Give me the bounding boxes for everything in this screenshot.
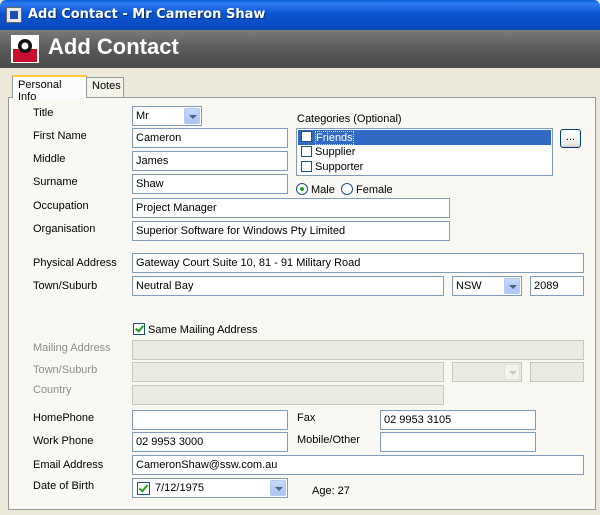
surname-label: Surname [33, 176, 78, 188]
title-select-value: Mr [136, 110, 149, 122]
first-name-field[interactable]: Cameron [132, 128, 288, 148]
age-text: Age: 27 [312, 485, 350, 497]
middle-label: Middle [33, 153, 66, 165]
fax-label: Fax [297, 412, 316, 424]
category-label: Supporter [315, 161, 364, 173]
dob-value: 7/12/1975 [155, 482, 204, 494]
mailing-address-field[interactable] [132, 340, 584, 360]
chevron-down-icon[interactable] [270, 480, 286, 496]
home-phone-field[interactable] [132, 410, 288, 430]
mailing-address-label: Mailing Address [33, 342, 111, 354]
dob-date-picker[interactable]: 7/12/1975 [132, 478, 288, 498]
category-item-friends[interactable]: Friends [298, 130, 551, 145]
category-label: Supplier [315, 146, 356, 158]
fax-field[interactable]: 02 9953 3105 [380, 410, 536, 430]
tab-personal-info[interactable]: Personal Info [12, 75, 87, 103]
title-label: Title [33, 107, 54, 119]
occupation-field[interactable]: Project Manager [132, 198, 450, 218]
header-banner: Add Contact [0, 30, 600, 68]
surname-field[interactable]: Shaw [132, 174, 288, 194]
email-field[interactable]: CameronShaw@ssw.com.au [132, 455, 584, 475]
physical-address-label: Physical Address [33, 257, 117, 269]
work-phone-label: Work Phone [33, 435, 94, 447]
state-select-value: NSW [456, 280, 482, 292]
category-item-supporter[interactable]: Supporter [298, 160, 551, 175]
categories-label: Categories (Optional) [297, 113, 402, 125]
postcode-field[interactable]: 2089 [530, 276, 584, 296]
occupation-label: Occupation [33, 200, 89, 212]
window-titlebar[interactable]: Add Contact - Mr Cameron Shaw [0, 0, 600, 30]
mailing-postcode-field[interactable] [530, 362, 584, 382]
first-name-label: First Name [33, 130, 87, 142]
physical-address-field[interactable]: Gateway Court Suite 10, 81 - 91 Military… [132, 253, 584, 273]
organisation-label: Organisation [33, 223, 96, 235]
work-phone-field[interactable]: 02 9953 3000 [132, 432, 288, 452]
chevron-down-icon[interactable] [504, 364, 520, 380]
female-radio[interactable] [341, 183, 353, 195]
organisation-field[interactable]: Superior Software for Windows Pty Limite… [132, 221, 450, 241]
chevron-down-icon[interactable] [184, 108, 200, 124]
town-suburb-label: Town/Suburb [33, 280, 98, 292]
male-label: Male [311, 184, 335, 196]
categories-list[interactable]: Friends Supplier Supporter [296, 128, 553, 176]
town-suburb-field[interactable]: Neutral Bay [132, 276, 444, 296]
tab-label: Notes [92, 80, 121, 92]
app-icon [6, 7, 22, 23]
middle-name-field[interactable]: James [132, 151, 288, 171]
category-checkbox[interactable] [301, 161, 312, 172]
dob-label: Date of Birth [33, 480, 95, 492]
state-select[interactable]: NSW [452, 276, 522, 296]
category-checkbox[interactable] [301, 131, 312, 142]
home-phone-label: HomePhone [33, 412, 95, 424]
mobile-field[interactable] [380, 432, 536, 452]
dob-checkbox[interactable] [137, 482, 150, 495]
same-mailing-checkbox[interactable] [133, 323, 145, 335]
chevron-down-icon[interactable] [504, 278, 520, 294]
mailing-town-label: Town/Suburb [33, 364, 98, 376]
window-title: Add Contact - Mr Cameron Shaw [28, 7, 266, 22]
tab-notes[interactable]: Notes [86, 77, 124, 97]
male-radio[interactable] [296, 183, 308, 195]
title-select[interactable]: Mr [132, 106, 202, 126]
female-label: Female [356, 184, 393, 196]
same-mailing-label: Same Mailing Address [148, 324, 258, 336]
ssw-logo-icon [11, 35, 39, 63]
country-label: Country [33, 384, 72, 396]
mailing-town-field[interactable] [132, 362, 444, 382]
banner-title: Add Contact [48, 34, 179, 59]
category-label: Friends [315, 131, 354, 145]
mailing-state-select[interactable] [452, 362, 522, 382]
country-field[interactable] [132, 385, 444, 405]
mobile-label: Mobile/Other [297, 434, 360, 446]
category-item-supplier[interactable]: Supplier [298, 145, 551, 160]
category-checkbox[interactable] [301, 146, 312, 157]
email-label: Email Address [33, 459, 104, 471]
edit-categories-button[interactable]: ... [560, 129, 581, 148]
